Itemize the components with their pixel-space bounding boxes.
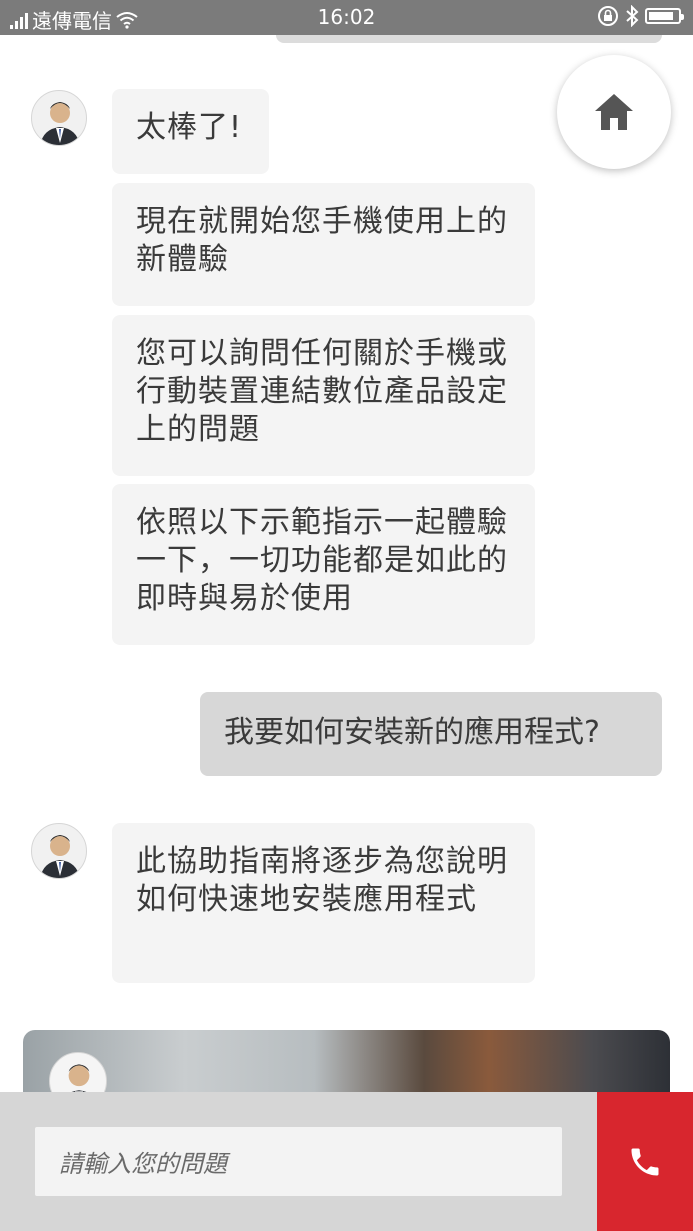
question-input-placeholder: 請輸入您的問題 bbox=[59, 1150, 227, 1178]
call-button[interactable] bbox=[597, 1092, 693, 1231]
bot-message: 此協助指南將逐步為您說明如何快速地安裝應用程式 bbox=[112, 823, 535, 983]
home-icon bbox=[595, 94, 633, 130]
phone-icon bbox=[631, 1148, 659, 1175]
agent-avatar bbox=[31, 90, 87, 146]
bot-message: 您可以詢問任何關於手機或行動裝置連結數位產品設定上的問題 bbox=[112, 315, 535, 476]
question-input[interactable]: 請輸入您的問題 bbox=[35, 1127, 562, 1196]
bot-message: 現在就開始您手機使用上的新體驗 bbox=[112, 183, 535, 306]
user-message: 我要如何安裝新的應用程式? bbox=[200, 692, 662, 776]
status-right bbox=[597, 5, 684, 27]
bot-message: 太棒了! bbox=[112, 89, 269, 174]
agent-avatar bbox=[31, 823, 87, 879]
rotation-lock-icon bbox=[598, 6, 618, 26]
battery-icon bbox=[645, 8, 684, 24]
home-button[interactable] bbox=[557, 55, 671, 169]
agent-figure-icon bbox=[40, 102, 80, 145]
bluetooth-icon bbox=[626, 5, 639, 27]
status-bar: 遠傳電信 16:02 bbox=[0, 0, 693, 35]
bot-message: 依照以下示範指示一起體驗一下，一切功能都是如此的即時與易於使用 bbox=[112, 484, 535, 645]
status-time: 16:02 bbox=[317, 5, 376, 29]
agent-figure-icon bbox=[40, 835, 80, 878]
previous-message-edge bbox=[276, 35, 662, 43]
